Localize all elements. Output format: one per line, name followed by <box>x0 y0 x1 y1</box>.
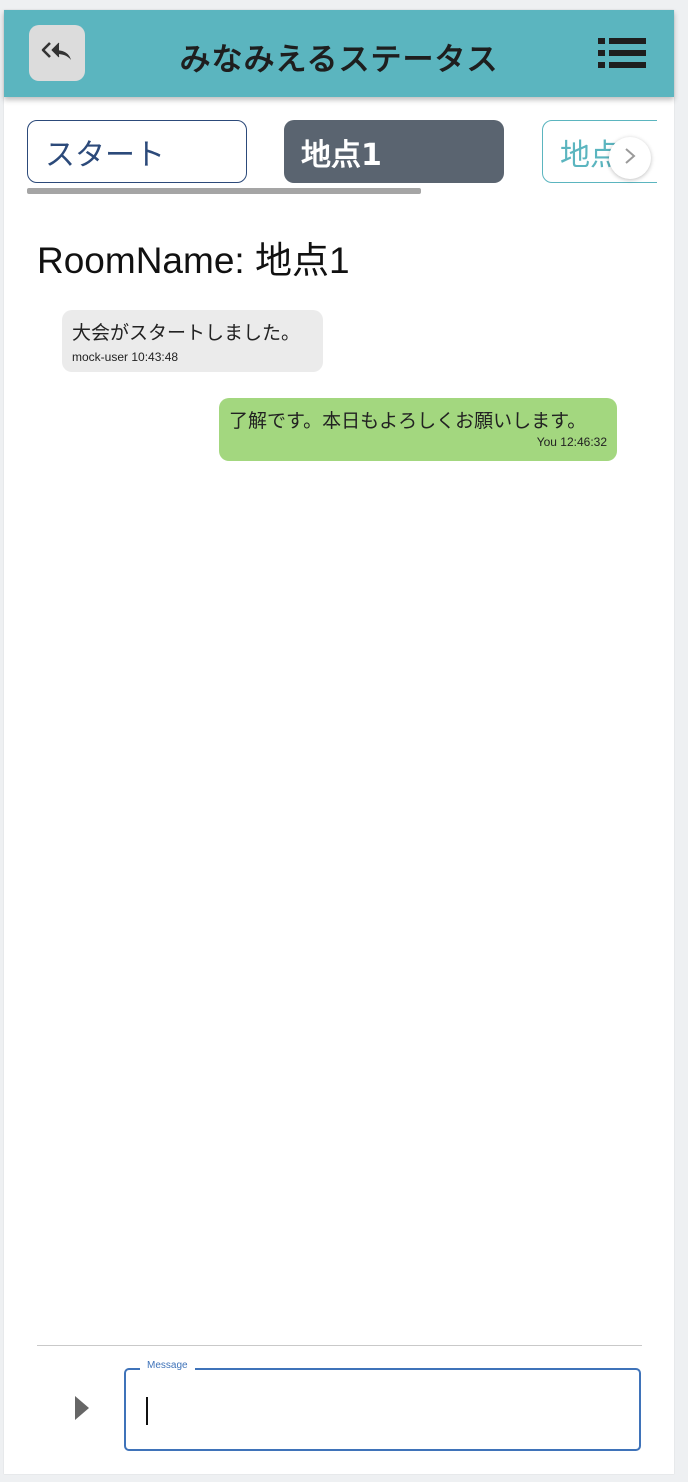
message-field: Message <box>124 1360 641 1451</box>
message-text: 了解です。本日もよろしくお願いします。 <box>229 410 587 432</box>
tab-start[interactable]: スタート <box>27 120 247 183</box>
room-name: 地点1 <box>254 240 350 281</box>
list-menu-icon <box>598 38 648 74</box>
message-meta: mock-user 10:43:48 <box>72 350 179 364</box>
play-triangle-icon <box>74 1395 90 1425</box>
composer-divider <box>37 1345 642 1346</box>
message-outgoing: 了解です。本日もよろしくお願いします。 You 12:46:32 <box>219 398 617 461</box>
app-window: みなみえるステータス スタート 地点1 地点2 RoomName: 地点1 大会… <box>4 10 674 1474</box>
text-caret <box>146 1397 148 1425</box>
room-tabs: スタート 地点1 地点2 <box>27 120 657 200</box>
message-meta: You 12:46:32 <box>536 435 607 449</box>
tabs-scrollbar[interactable] <box>27 188 421 194</box>
message-input[interactable] <box>144 1384 628 1436</box>
chevron-right-icon <box>623 146 637 170</box>
room-title-prefix: RoomName: <box>37 240 255 281</box>
app-title: みなみえるステータス <box>179 42 499 78</box>
tab-point-1[interactable]: 地点1 <box>284 120 504 183</box>
room-title: RoomName: 地点1 <box>37 230 350 284</box>
app-header: みなみえるステータス <box>4 10 674 97</box>
message-text: 大会がスタートしました。 <box>72 322 301 344</box>
message-field-label: Message <box>140 1360 195 1371</box>
menu-button[interactable] <box>598 36 648 70</box>
scroll-next-button[interactable] <box>609 137 651 179</box>
send-button[interactable] <box>68 1390 96 1430</box>
message-incoming: 大会がスタートしました。 mock-user 10:43:48 <box>62 310 323 372</box>
